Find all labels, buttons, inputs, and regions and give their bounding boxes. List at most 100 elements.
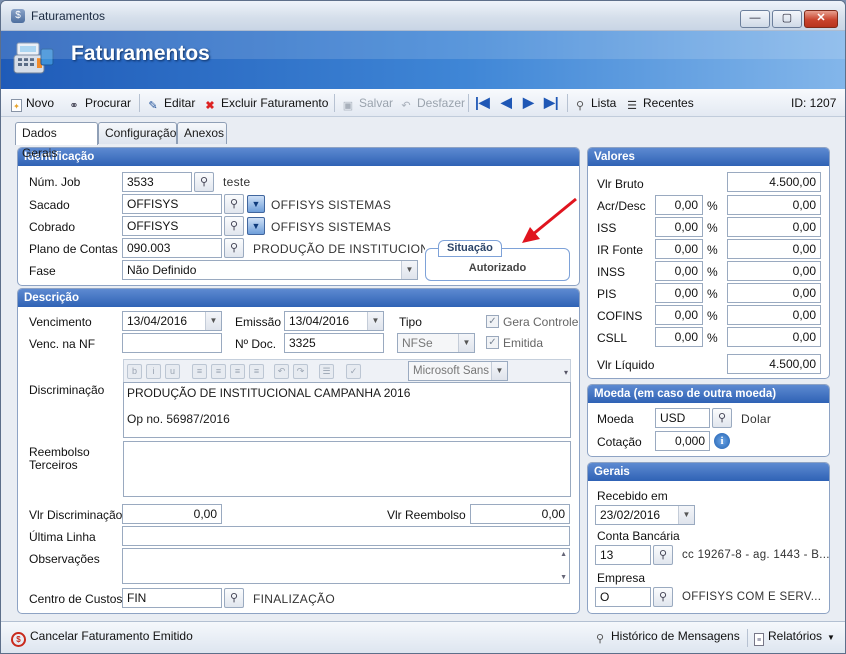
scroll-down-icon[interactable]: ▼ — [560, 574, 567, 581]
vlr-reembolso-input[interactable]: 0,00 — [470, 504, 570, 524]
empresa-input[interactable]: O — [595, 587, 651, 607]
valores-row-value-input[interactable]: 0,00 — [727, 195, 821, 215]
new-document-icon: ✦ — [11, 99, 22, 112]
vencimento-label: Vencimento — [29, 315, 92, 329]
chevron-down-icon[interactable]: ▼ — [247, 195, 265, 213]
scroll-up-icon[interactable]: ▲ — [560, 551, 567, 558]
conta-input[interactable]: 13 — [595, 545, 651, 565]
novo-button[interactable]: ✦ Novo — [11, 95, 54, 112]
search-icon[interactable]: ⚲ — [224, 194, 244, 214]
list-icon[interactable]: ☰ — [319, 364, 334, 379]
align-left-icon[interactable]: ≡ — [192, 364, 207, 379]
centro-custos-label: Centro de Custos — [29, 592, 123, 606]
excluir-button[interactable]: ✖ Excluir Faturamento — [203, 95, 328, 112]
lista-button[interactable]: ⚲ Lista — [573, 95, 616, 112]
last-record-icon[interactable]: ▶| — [544, 94, 559, 111]
historico-mensagens-button[interactable]: ⚲ Histórico de Mensagens — [593, 628, 740, 645]
close-button[interactable]: ✕ — [804, 10, 838, 28]
valores-row-pct-input[interactable]: 0,00 — [655, 283, 703, 303]
recentes-button[interactable]: ☰ Recentes — [625, 95, 694, 112]
search-icon[interactable]: ⚲ — [653, 545, 673, 565]
salvar-button[interactable]: ▣ Salvar — [341, 95, 393, 112]
font-select[interactable]: Microsoft Sans ▼ — [408, 361, 508, 381]
underline-icon[interactable]: u — [165, 364, 180, 379]
status-separator — [747, 629, 748, 647]
valores-row-value-input[interactable]: 0,00 — [727, 327, 821, 347]
emissao-date[interactable]: 13/04/2016 ▼ — [284, 311, 384, 331]
first-record-icon[interactable]: |◀ — [475, 94, 490, 111]
vencimento-date[interactable]: 13/04/2016 ▼ — [122, 311, 222, 331]
valores-row-pct-input[interactable]: 0,00 — [655, 217, 703, 237]
align-center-icon[interactable]: ≡ — [211, 364, 226, 379]
vlr-discriminacao-input[interactable]: 0,00 — [122, 504, 222, 524]
overflow-chevron-icon[interactable]: ▾ — [564, 368, 568, 377]
search-icon[interactable]: ⚲ — [224, 238, 244, 258]
valores-row-value-input[interactable]: 0,00 — [727, 305, 821, 325]
valores-row-pct-input[interactable]: 0,00 — [655, 305, 703, 325]
undo-icon[interactable]: ↶ — [274, 364, 289, 379]
sacado-input[interactable]: OFFISYS — [122, 194, 222, 214]
tab-anexos[interactable]: Anexos — [177, 122, 227, 144]
search-icon[interactable]: ⚲ — [653, 587, 673, 607]
search-icon[interactable]: ⚲ — [712, 408, 732, 428]
minimize-button[interactable]: — — [740, 10, 770, 28]
cobrado-input[interactable]: OFFISYS — [122, 216, 222, 236]
title-bar[interactable]: $ Faturamentos — ▢ ✕ — [1, 1, 845, 31]
procurar-button[interactable]: ⚭ Procurar — [67, 95, 131, 112]
valores-row-value-input[interactable]: 0,00 — [727, 283, 821, 303]
vlr-liquido-input[interactable]: 4.500,00 — [727, 354, 821, 374]
maximize-button[interactable]: ▢ — [772, 10, 802, 28]
search-icon[interactable]: ⚲ — [224, 216, 244, 236]
discriminacao-textarea[interactable]: PRODUÇÃO DE INSTITUCIONAL CAMPANHA 2016 … — [123, 382, 571, 438]
redo-icon[interactable]: ↷ — [293, 364, 308, 379]
venc-nf-input[interactable] — [122, 333, 222, 353]
tipo-select[interactable]: NFSe ▼ — [397, 333, 475, 353]
search-icon[interactable]: ⚲ — [224, 588, 244, 608]
valores-row-value-input[interactable]: 0,00 — [727, 217, 821, 237]
fase-select[interactable]: Não Definido ▼ — [122, 260, 418, 280]
align-justify-icon[interactable]: ≡ — [249, 364, 264, 379]
ultima-linha-input[interactable] — [122, 526, 570, 546]
info-icon[interactable]: i — [714, 433, 730, 449]
cash-register-icon — [13, 42, 54, 74]
report-icon: ≡ — [754, 633, 764, 646]
tab-configuracao[interactable]: Configuração — [98, 122, 177, 144]
valores-row-pct-input[interactable]: 0,00 — [655, 327, 703, 347]
reembolso-textarea[interactable] — [123, 441, 571, 497]
recebido-date[interactable]: 23/02/2016 ▼ — [595, 505, 695, 525]
percent-sign: % — [707, 265, 718, 279]
bold-icon[interactable]: b — [127, 364, 142, 379]
previous-record-icon[interactable]: ◀ — [501, 94, 512, 111]
cobrado-description: OFFISYS SISTEMAS — [271, 220, 392, 234]
gera-controle-checkbox[interactable]: ✓ — [486, 315, 499, 328]
cotacao-input[interactable]: 0,000 — [655, 431, 710, 451]
valores-row-value-input[interactable]: 0,00 — [727, 261, 821, 281]
valores-row-value-input[interactable]: 0,00 — [727, 239, 821, 259]
search-icon[interactable]: ⚲ — [194, 172, 214, 192]
recebido-label: Recebido em — [597, 489, 668, 503]
next-record-icon[interactable]: ▶ — [523, 94, 534, 111]
centro-custos-input[interactable]: FIN — [122, 588, 222, 608]
moeda-input[interactable]: USD — [655, 408, 710, 428]
editar-button[interactable]: ✎ Editar — [146, 95, 195, 112]
valores-row-pct-input[interactable]: 0,00 — [655, 195, 703, 215]
relatorios-button[interactable]: ≡ Relatórios ▼ — [754, 628, 835, 646]
tab-dados-gerais[interactable]: Dados Gerais — [15, 122, 98, 160]
chevron-down-icon[interactable]: ▼ — [247, 217, 265, 235]
vlr-bruto-input[interactable]: 4.500,00 — [727, 172, 821, 192]
italic-icon[interactable]: i — [146, 364, 161, 379]
desfazer-button[interactable]: ↶ Desfazer — [399, 95, 465, 112]
valores-row-pct-input[interactable]: 0,00 — [655, 239, 703, 259]
align-right-icon[interactable]: ≡ — [230, 364, 245, 379]
valores-row-pct-input[interactable]: 0,00 — [655, 261, 703, 281]
num-job-input[interactable]: 3533 — [122, 172, 192, 192]
ndoc-input[interactable]: 3325 — [284, 333, 384, 353]
emitida-checkbox[interactable]: ✓ — [486, 336, 499, 349]
plano-contas-input[interactable]: 090.003 — [122, 238, 222, 258]
emissao-label: Emissão — [235, 315, 282, 329]
observacoes-textarea[interactable]: ▲ ▼ — [122, 548, 570, 584]
cancelar-faturamento-button[interactable]: $ Cancelar Faturamento Emitido — [11, 628, 193, 647]
percent-sign: % — [707, 331, 718, 345]
sacado-label: Sacado — [29, 198, 70, 212]
spellcheck-icon[interactable]: ✓ — [346, 364, 361, 379]
